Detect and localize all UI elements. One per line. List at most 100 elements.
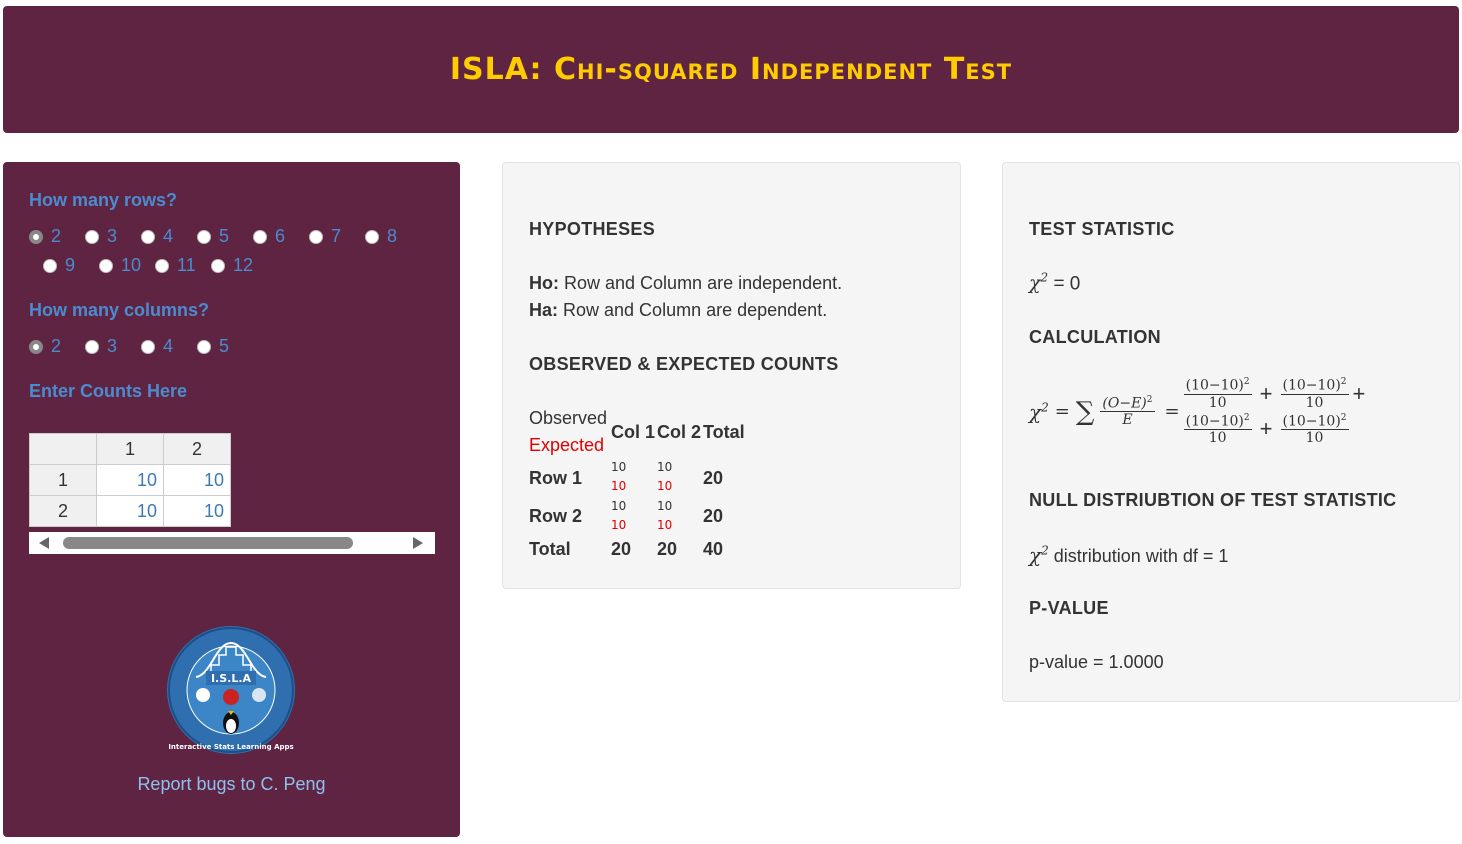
ha-label: Ha: — [529, 300, 559, 320]
radio-circle-icon[interactable] — [155, 258, 169, 273]
row2-total: 20 — [703, 506, 724, 526]
ho-label: Ho: — [529, 273, 559, 293]
radio-label: 9 — [65, 255, 76, 275]
p-value-text: p-value = 1.0000 — [1029, 652, 1164, 672]
cols-option-4[interactable]: 4 — [141, 336, 197, 357]
calculation-formula: χ2 = ∑ (O−E)2 E = (10−10)2 10 + (10−10)2… — [1029, 377, 1366, 447]
row-header-2[interactable]: 2 — [29, 495, 97, 527]
null-hypothesis: Ho: Row and Column are independent. — [529, 273, 842, 294]
ho-text: Row and Column are independent. — [559, 273, 843, 293]
rows-option-11[interactable]: 11 — [155, 255, 211, 276]
row-header-1[interactable]: 1 — [29, 464, 97, 496]
total-row-label: Total — [529, 539, 571, 559]
col-header-2[interactable]: 2 — [163, 433, 231, 465]
cols-option-2[interactable]: 2 — [29, 336, 85, 357]
radio-circle-icon[interactable] — [211, 258, 225, 273]
col-header-1[interactable]: 1 — [96, 433, 164, 465]
row2-col2-expected: 10 — [657, 518, 673, 532]
counts-table-wrapper: 1 2 1 10 10 2 10 10 — [29, 433, 435, 527]
scroll-left-arrow-icon[interactable] — [39, 537, 49, 549]
radio-circle-icon[interactable] — [99, 258, 113, 273]
radio-circle-icon[interactable] — [85, 229, 99, 244]
term-r1c1: (10−10) — [1185, 377, 1244, 394]
count-cell-r1c1[interactable]: 10 — [96, 464, 164, 496]
calculation-title: CALCULATION — [1029, 327, 1161, 347]
radio-label: 5 — [219, 226, 230, 246]
radio-circle-icon[interactable] — [141, 229, 155, 244]
radio-circle-icon[interactable] — [253, 229, 267, 244]
rows-option-5[interactable]: 5 — [197, 226, 253, 247]
scrollbar-thumb[interactable] — [63, 537, 353, 549]
logo-text: I.S.L.A — [211, 672, 252, 685]
table-horizontal-scrollbar[interactable] — [29, 532, 435, 554]
radio-circle-icon[interactable] — [85, 339, 99, 354]
radio-circle-icon[interactable] — [365, 229, 379, 244]
count-cell-r2c1[interactable]: 10 — [96, 495, 164, 527]
ha-text: Row and Column are dependent. — [558, 300, 828, 320]
count-cell-r1c2[interactable]: 10 — [163, 464, 231, 496]
term-r2c1-den: 10 — [1208, 430, 1227, 447]
isla-logo-icon: I.S.L.A Interactive Stats Learning Apps — [167, 626, 295, 754]
row2-col1-observed: 10 — [611, 499, 627, 513]
radio-circle-icon[interactable] — [141, 339, 155, 354]
rows-option-12[interactable]: 12 — [211, 255, 267, 276]
term-r2c2-den: 10 — [1305, 430, 1324, 447]
row1-label: Row 1 — [529, 468, 583, 488]
null-distribution-desc: distribution with df = 1 — [1048, 546, 1229, 566]
radio-circle-icon[interactable] — [309, 229, 323, 244]
grand-total: 40 — [703, 539, 724, 559]
observed-label: Observed — [529, 408, 608, 428]
statistics-panel: TEST STATISTIC χ2 = 0 CALCULATION χ2 = ∑… — [1002, 162, 1460, 702]
cols-radio-group: 2 3 4 5 — [29, 336, 253, 357]
chi-squared-symbol: χ2 — [1029, 271, 1049, 295]
radio-label: 4 — [163, 336, 174, 356]
alt-hypothesis: Ha: Row and Column are dependent. — [529, 300, 827, 321]
radio-label: 10 — [121, 255, 142, 275]
rows-option-4[interactable]: 4 — [141, 226, 197, 247]
count-cell-r2c2[interactable]: 10 — [163, 495, 231, 527]
radio-label: 6 — [275, 226, 286, 246]
term-r1c1-den: 10 — [1208, 394, 1227, 411]
term-r2c1: (10−10) — [1185, 413, 1244, 430]
row1-col1-observed: 10 — [611, 460, 627, 474]
cols-option-3[interactable]: 3 — [85, 336, 141, 357]
radio-circle-icon[interactable] — [43, 258, 57, 273]
row2-col1-expected: 10 — [611, 518, 627, 532]
null-distribution-title: NULL DISTRIUBTION OF TEST STATISTIC — [1029, 490, 1397, 510]
test-statistic-value: χ2 = 0 — [1029, 271, 1080, 295]
counts-table: 1 2 1 10 10 2 10 10 — [29, 433, 231, 527]
expected-label: Expected — [529, 435, 605, 455]
rows-radio-group-line1: 2 3 4 5 6 7 8 — [29, 226, 421, 247]
scroll-right-arrow-icon[interactable] — [413, 537, 423, 549]
app-header: ISLA: Chi-squared Independent Test — [3, 6, 1459, 133]
col-header-total: Total — [703, 422, 745, 442]
rows-label: How many rows? — [29, 190, 178, 210]
rows-option-7[interactable]: 7 — [309, 226, 365, 247]
radio-circle-icon[interactable] — [197, 339, 211, 354]
rows-option-9[interactable]: 9 — [43, 255, 99, 276]
table-corner — [29, 433, 97, 465]
radio-label: 3 — [107, 336, 118, 356]
rows-option-2[interactable]: 2 — [29, 226, 85, 247]
row1-col2-observed: 10 — [657, 460, 673, 474]
rows-option-8[interactable]: 8 — [365, 226, 421, 247]
bug-report-link[interactable]: Report bugs to C. Peng — [3, 774, 460, 795]
page-title: ISLA: Chi-squared Independent Test — [449, 52, 1013, 87]
row2-col2-observed: 10 — [657, 499, 673, 513]
row1-col1-expected: 10 — [611, 479, 627, 493]
term-r1c2-den: 10 — [1305, 394, 1324, 411]
cols-option-5[interactable]: 5 — [197, 336, 253, 357]
null-distribution-text: χ2 distribution with df = 1 — [1029, 543, 1229, 567]
radio-label: 7 — [331, 226, 342, 246]
rows-option-6[interactable]: 6 — [253, 226, 309, 247]
radio-label: 3 — [107, 226, 118, 246]
radio-label: 2 — [51, 336, 62, 356]
cols-label: How many columns? — [29, 300, 210, 320]
radio-circle-icon[interactable] — [29, 229, 43, 244]
counts-title: OBSERVED & EXPECTED COUNTS — [529, 354, 839, 374]
rows-option-10[interactable]: 10 — [99, 255, 155, 276]
radio-circle-icon[interactable] — [29, 339, 43, 354]
rows-option-3[interactable]: 3 — [85, 226, 141, 247]
radio-circle-icon[interactable] — [197, 229, 211, 244]
radio-label: 11 — [177, 255, 196, 275]
